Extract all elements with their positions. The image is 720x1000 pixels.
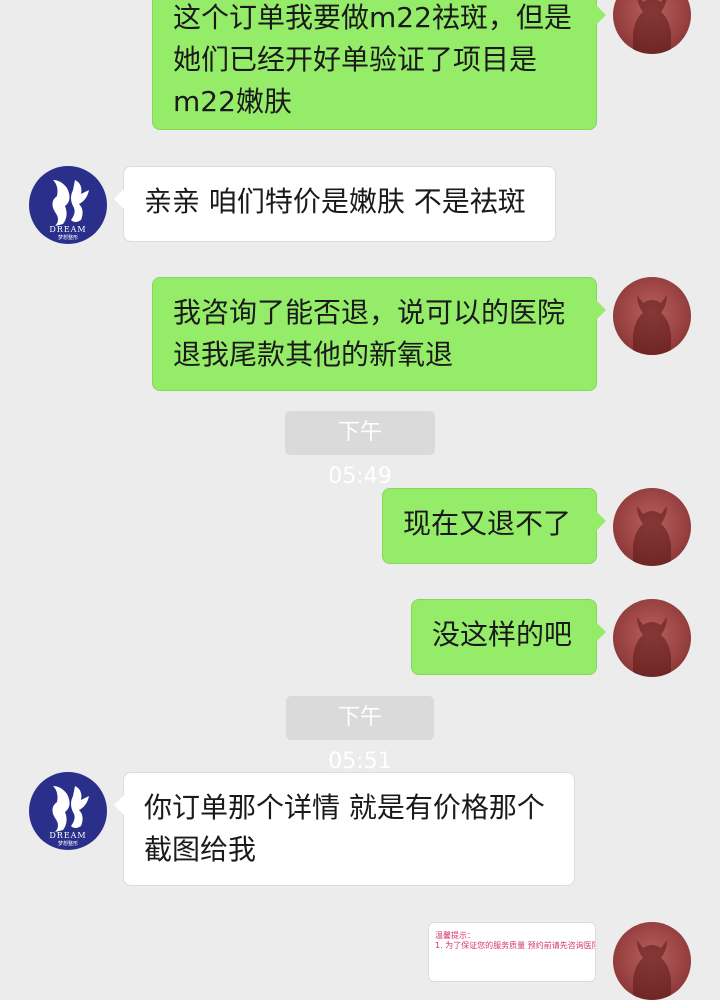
message-bubble-sent[interactable]: 没这样的吧 <box>411 599 606 675</box>
timestamp: 下午05:51 <box>286 696 434 774</box>
message-bubble-sent[interactable]: 这个订单我要做m22祛斑，但是 她们已经开好单验证了项目是 m22嫩肤 <box>152 0 606 130</box>
dream-logo-icon: DREAM 梦想整形 <box>49 786 89 847</box>
image-text-line: 温馨提示： <box>435 931 475 940</box>
dream-brand-text: DREAM <box>49 225 86 234</box>
devil-silhouette-icon <box>633 940 671 1000</box>
dream-clinic-avatar[interactable]: DREAM 梦想整形 <box>29 772 107 850</box>
user-avatar[interactable] <box>613 0 691 54</box>
message-bubble-received[interactable]: 亲亲 咱们特价是嫩肤 不是祛斑 <box>114 166 556 242</box>
image-text-line: 1. 为了保证您的服务质量 预约前请先咨询医院 | 已经完成 <box>435 941 596 950</box>
message-bubble-sent[interactable]: 我咨询了能否退，说可以的医院 退我尾款其他的新氧退 <box>152 277 606 391</box>
dream-subtitle-text: 梦想整形 <box>58 234 78 241</box>
dream-subtitle-text: 梦想整形 <box>58 840 78 847</box>
devil-silhouette-icon <box>633 0 671 54</box>
user-avatar[interactable] <box>613 488 691 566</box>
dream-clinic-avatar[interactable]: DREAM 梦想整形 <box>29 166 107 244</box>
devil-silhouette-icon <box>633 506 671 566</box>
devil-silhouette-icon <box>633 617 671 677</box>
timestamp: 下午05:49 <box>285 411 435 489</box>
user-avatar[interactable] <box>613 277 691 355</box>
user-avatar[interactable] <box>613 599 691 677</box>
dream-logo-icon: DREAM 梦想整形 <box>49 180 89 241</box>
devil-silhouette-icon <box>633 295 671 355</box>
dream-brand-text: DREAM <box>49 831 86 840</box>
message-bubble-received[interactable]: 你订单那个详情 就是有价格那个 截图给我 <box>114 772 575 886</box>
image-message[interactable]: 温馨提示： 1. 为了保证您的服务质量 预约前请先咨询医院 | 已经完成 <box>428 922 596 982</box>
message-bubble-sent[interactable]: 现在又退不了 <box>382 488 606 564</box>
user-avatar[interactable] <box>613 922 691 1000</box>
